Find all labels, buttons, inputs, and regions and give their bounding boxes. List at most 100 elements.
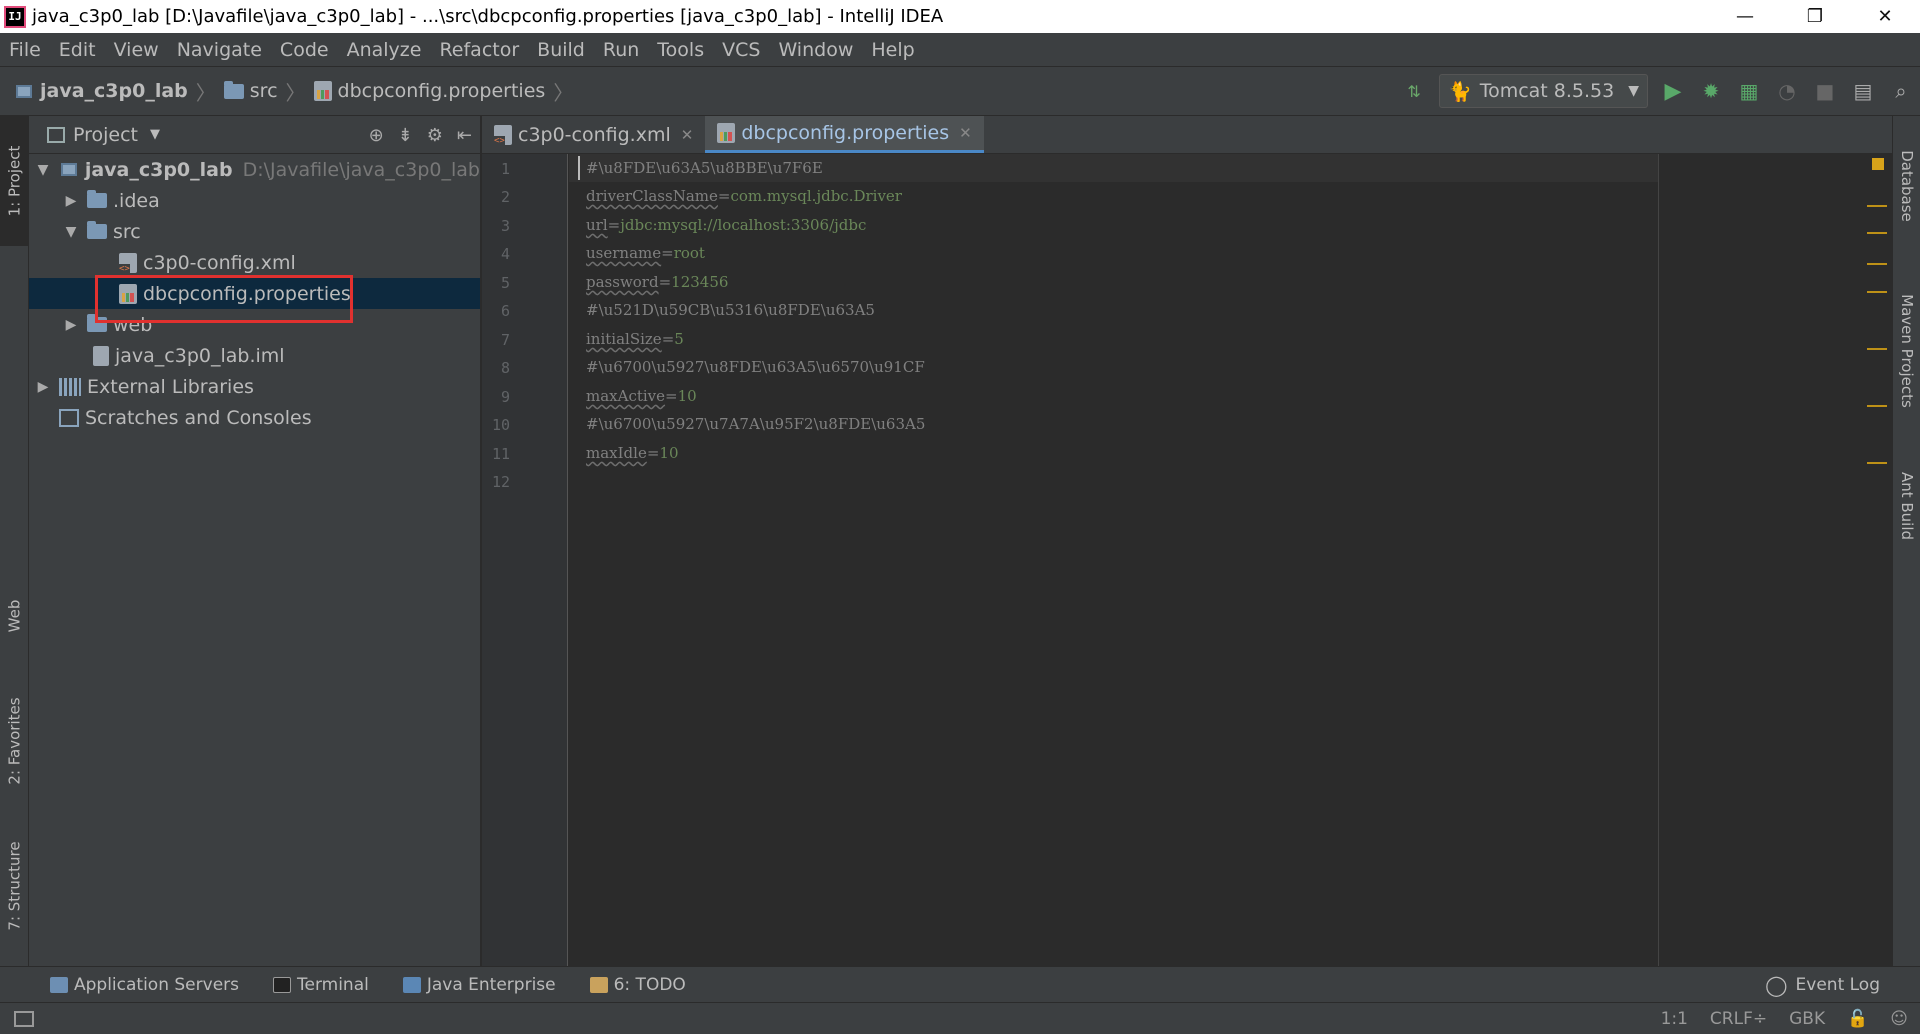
line-number: 8 (500, 359, 510, 377)
menu-refactor[interactable]: Refactor (430, 39, 528, 61)
chevron-right-icon: 〉 (285, 80, 306, 105)
property-value: jdbc:mysql://localhost:3306/jdbc (620, 216, 867, 234)
project-panel-title[interactable]: Project (73, 124, 138, 146)
tab-c3p0-config[interactable]: c3p0-config.xml ✕ (482, 116, 705, 153)
breadcrumb-folder[interactable]: src (223, 80, 278, 102)
menu-bar: File Edit View Navigate Code Analyze Ref… (0, 33, 1920, 67)
tab-favorites[interactable]: 2: Favorites (0, 676, 29, 806)
menu-tools[interactable]: Tools (648, 39, 713, 61)
event-log-button[interactable]: ◯ Event Log (1765, 967, 1880, 1003)
warning-mark[interactable] (1867, 405, 1887, 407)
tab-dbcpconfig[interactable]: dbcpconfig.properties ✕ (705, 116, 984, 153)
caret-position[interactable]: 1:1 (1661, 1009, 1688, 1029)
minimize-button[interactable]: — (1710, 0, 1780, 33)
terminal-button[interactable]: Terminal (273, 975, 369, 995)
tab-structure-label: 7: Structure (5, 841, 24, 931)
warning-mark[interactable] (1867, 205, 1887, 207)
breadcrumb-file[interactable]: dbcpconfig.properties (313, 80, 545, 102)
left-tool-stripe: 1: Project Web 2: Favorites 7: Structure (0, 116, 29, 966)
project-structure-icon[interactable]: ▤ (1844, 72, 1882, 110)
java-enterprise-button[interactable]: Java Enterprise (402, 975, 556, 995)
menu-help[interactable]: Help (862, 39, 923, 61)
chevron-down-icon[interactable]: ▼ (150, 127, 160, 142)
tree-item-idea[interactable]: ▶ .idea (29, 185, 480, 216)
menu-build[interactable]: Build (528, 39, 594, 61)
tab-maven-projects[interactable]: Maven Projects (1893, 266, 1920, 436)
code-editor[interactable]: #\u8FDE\u63A5\u8BBE\u7F6E driverClassNam… (569, 154, 1892, 966)
coverage-icon[interactable]: ▦ (1730, 72, 1768, 110)
tab-project[interactable]: 1: Project (0, 116, 29, 246)
chevron-right-icon: 〉 (195, 80, 216, 105)
project-view-icon (47, 126, 65, 143)
menu-analyze[interactable]: Analyze (338, 39, 431, 61)
menu-file[interactable]: File (0, 39, 50, 61)
tree-item-dbcpconfig[interactable]: dbcpconfig.properties (29, 278, 480, 309)
tab-structure[interactable]: 7: Structure (0, 821, 29, 951)
tree-item-scratches[interactable]: Scratches and Consoles (29, 402, 480, 433)
menu-navigate[interactable]: Navigate (168, 39, 271, 61)
build-project-icon[interactable]: ⇅ (1395, 72, 1433, 110)
menu-edit[interactable]: Edit (50, 39, 105, 61)
lock-icon[interactable]: 🔓 (1847, 1009, 1868, 1029)
search-icon[interactable]: ⌕ (1882, 72, 1920, 110)
error-stripe[interactable] (1862, 154, 1892, 966)
warning-mark[interactable] (1867, 232, 1887, 234)
menu-window[interactable]: Window (769, 39, 862, 61)
profile-icon[interactable]: ◔ (1768, 72, 1806, 110)
warning-mark[interactable] (1867, 348, 1887, 350)
stop-icon[interactable]: ■ (1806, 72, 1844, 110)
tree-item-src[interactable]: ▼ src (29, 216, 480, 247)
run-icon[interactable]: ▶ (1654, 72, 1692, 110)
collapsed-arrow-icon[interactable]: ▶ (35, 379, 51, 395)
property-key: maxIdle (586, 444, 647, 462)
gear-icon[interactable]: ⚙ (427, 125, 443, 146)
locate-icon[interactable]: ⊕ (369, 125, 384, 146)
expanded-arrow-icon[interactable]: ▼ (35, 162, 51, 178)
toggle-tool-windows-icon[interactable] (14, 1010, 34, 1027)
property-value: 123456 (671, 273, 729, 291)
warning-mark[interactable] (1867, 291, 1887, 293)
close-icon[interactable]: ✕ (681, 126, 694, 144)
tab-database[interactable]: Database (1893, 126, 1920, 246)
tab-database-label: Database (1898, 150, 1917, 222)
xml-file-icon (494, 124, 512, 146)
hide-icon[interactable]: ⇤ (457, 125, 472, 146)
close-icon[interactable]: ✕ (959, 124, 972, 142)
analysis-status-icon[interactable] (1872, 158, 1884, 170)
inspector-icon[interactable]: ☺ (1890, 1009, 1908, 1029)
breadcrumb-project[interactable]: java_c3p0_lab (14, 80, 188, 102)
tab-ant-build[interactable]: Ant Build (1893, 451, 1920, 561)
menu-view[interactable]: View (105, 39, 168, 61)
tree-item-web[interactable]: ▶ web (29, 309, 480, 340)
warning-mark[interactable] (1867, 462, 1887, 464)
chevron-right-icon: 〉 (553, 80, 574, 105)
collapsed-arrow-icon[interactable]: ▶ (63, 193, 79, 209)
close-button[interactable]: ✕ (1850, 0, 1920, 33)
tree-item-external-libraries[interactable]: ▶ External Libraries (29, 371, 480, 402)
tree-item-iml[interactable]: java_c3p0_lab.iml (29, 340, 480, 371)
tree-item-label: .idea (113, 189, 160, 212)
application-servers-button[interactable]: Application Servers (50, 975, 239, 995)
run-configuration-select[interactable]: 🐈 Tomcat 8.5.53 ▼ (1439, 74, 1648, 108)
menu-code[interactable]: Code (271, 39, 338, 61)
line-number: 6 (500, 302, 510, 320)
tab-web[interactable]: Web (0, 576, 29, 656)
line-separator[interactable]: CRLF÷ (1710, 1009, 1767, 1029)
tree-item-c3p0-config[interactable]: c3p0-config.xml (29, 247, 480, 278)
menu-run[interactable]: Run (594, 39, 648, 61)
debug-icon[interactable]: ✹ (1692, 72, 1730, 110)
expanded-arrow-icon[interactable]: ▼ (63, 224, 79, 240)
todo-button[interactable]: 6: TODO (589, 975, 686, 995)
tomcat-icon: 🐈 (1448, 80, 1472, 103)
code-line: #\u6700\u5927\u7A7A\u95F2\u8FDE\u63A5 (586, 410, 925, 438)
collapse-all-icon[interactable]: ⇟ (398, 125, 413, 146)
tree-item-label: web (113, 313, 153, 336)
warning-mark[interactable] (1867, 263, 1887, 265)
file-encoding[interactable]: GBK (1789, 1009, 1825, 1029)
tab-maven-label: Maven Projects (1898, 294, 1916, 408)
collapsed-arrow-icon[interactable]: ▶ (63, 317, 79, 333)
restore-button[interactable]: ❐ (1780, 0, 1850, 33)
tree-item-project-root[interactable]: ▼ java_c3p0_lab D:\Javafile\java_c3p0_la… (29, 154, 480, 185)
menu-vcs[interactable]: VCS (713, 39, 769, 61)
application-servers-label: Application Servers (74, 974, 239, 995)
